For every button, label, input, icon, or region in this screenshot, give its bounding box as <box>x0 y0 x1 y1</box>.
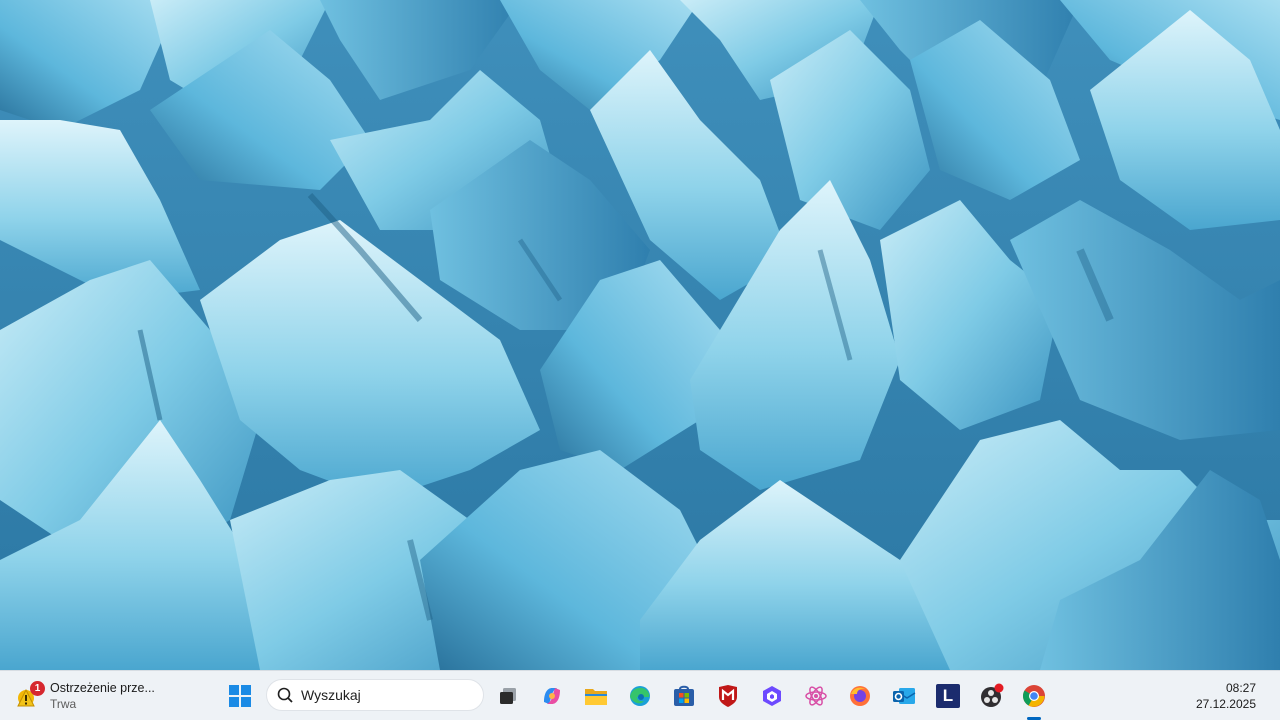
firefox-button[interactable] <box>843 679 877 713</box>
firefox-icon <box>850 686 870 706</box>
windows-start-button[interactable] <box>223 679 257 713</box>
search-icon <box>277 687 293 703</box>
l-app-letter: L <box>942 686 954 705</box>
weather-warning-icon: 1 <box>14 681 45 711</box>
chrome-button[interactable] <box>1017 679 1051 713</box>
chrome-icon <box>1023 685 1045 707</box>
outlook-button[interactable] <box>887 679 921 713</box>
system-clock[interactable]: 08:27 27.12.2025 <box>1176 678 1256 714</box>
file-explorer-icon <box>585 689 607 705</box>
edge-icon <box>630 686 650 706</box>
desktop-wallpaper <box>0 0 1280 670</box>
obs-button[interactable] <box>975 679 1009 713</box>
outlook-icon <box>893 688 916 704</box>
copilot-button[interactable] <box>535 679 569 713</box>
weather-widget[interactable]: 1 Ostrzeżenie prze... Trwa <box>14 676 184 716</box>
task-view-icon <box>500 688 516 704</box>
microsoft-store-button[interactable] <box>667 679 701 713</box>
clock-date: 27.12.2025 <box>1195 697 1256 711</box>
notification-badge: 1 <box>30 681 45 696</box>
react-app-button[interactable] <box>799 679 833 713</box>
clock-time: 08:27 <box>1225 681 1256 695</box>
windows-start-icon <box>229 685 251 707</box>
taskbar: 1 Ostrzeżenie prze... Trwa Wyszukaj L 08… <box>0 670 1280 720</box>
file-explorer-button[interactable] <box>579 679 613 713</box>
mcafee-button[interactable] <box>711 679 745 713</box>
obs-icon <box>981 683 1004 707</box>
weather-title: Ostrzeżenie prze... <box>50 681 155 695</box>
edge-button[interactable] <box>623 679 657 713</box>
proton-vpn-button[interactable] <box>755 679 789 713</box>
proton-vpn-icon <box>763 686 781 706</box>
weather-subtitle: Trwa <box>50 697 77 711</box>
copilot-icon <box>544 688 560 704</box>
microsoft-store-icon <box>674 685 694 706</box>
task-view-button[interactable] <box>491 679 525 713</box>
l-app-icon: L <box>936 684 960 708</box>
mcafee-icon <box>719 685 737 707</box>
l-app-button[interactable]: L <box>931 679 965 713</box>
search-box[interactable]: Wyszukaj <box>266 679 484 711</box>
react-app-icon <box>805 686 827 706</box>
search-placeholder: Wyszukaj <box>301 687 361 703</box>
